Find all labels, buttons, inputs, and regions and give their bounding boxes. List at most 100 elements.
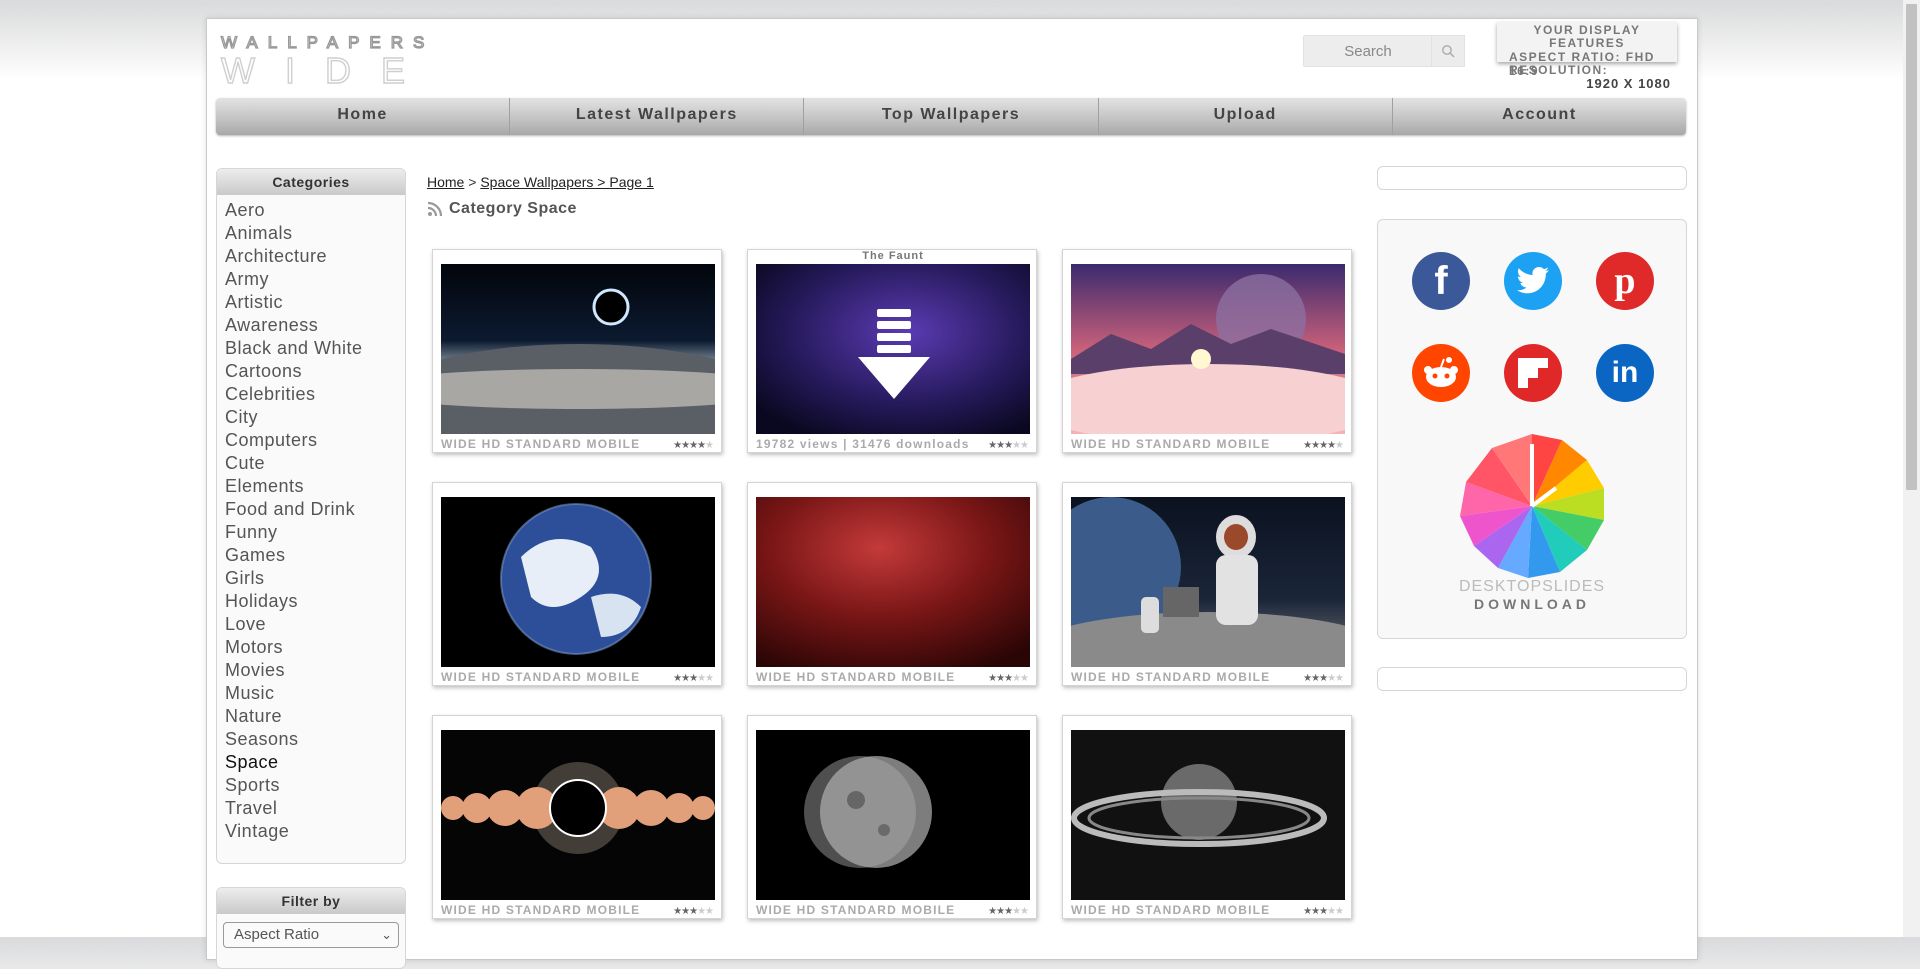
categories-list: Aero Animals Architecture Army Artistic Aware…	[217, 199, 405, 843]
category-item-elements[interactable]: Elements	[225, 475, 405, 498]
breadcrumb-current[interactable]: Space Wallpapers > Page 1	[480, 174, 653, 190]
scrollbar[interactable]	[1903, 0, 1920, 937]
category-item-love[interactable]: Love	[225, 613, 405, 636]
category-item-travel[interactable]: Travel	[225, 797, 405, 820]
category-item-computers[interactable]: Computers	[225, 429, 405, 452]
categories-title: Categories	[217, 169, 405, 195]
desktopslides-promo[interactable]: DESKTOPSLIDES DOWNLOAD	[1448, 428, 1616, 628]
breadcrumb-separator: >	[468, 174, 477, 190]
thumb-image[interactable]	[756, 730, 1030, 900]
category-item-city[interactable]: City	[225, 406, 405, 429]
thumb-footer[interactable]: WIDE HD STANDARD MOBILE	[1071, 437, 1270, 451]
category-item-animals[interactable]: Animals	[225, 222, 405, 245]
pinterest-share-button[interactable]: p	[1596, 252, 1654, 310]
category-item-sports[interactable]: Sports	[225, 774, 405, 797]
site-logo[interactable]: WALLPAPERS WIDE	[219, 29, 479, 91]
reddit-share-button[interactable]	[1412, 344, 1470, 402]
display-features: YOUR DISPLAY FEATURES ASPECT RATIO: FHD …	[1497, 22, 1677, 91]
facebook-share-button[interactable]: f	[1412, 252, 1470, 310]
logo-line2: WIDE	[221, 50, 435, 85]
wallpaper-thumb-saturn[interactable]: WIDE HD STANDARD MOBILE ★★★★★	[1062, 715, 1352, 919]
thumb-footer[interactable]: WIDE HD STANDARD MOBILE	[1071, 903, 1270, 917]
wallpaper-thumb-planet-clouds[interactable]: WIDE HD STANDARD MOBILE ★★★★★	[1062, 249, 1352, 453]
thumb-image[interactable]	[1071, 497, 1345, 667]
search-input[interactable]: Search	[1303, 35, 1433, 67]
category-item-games[interactable]: Games	[225, 544, 405, 567]
right-ad-slot-bottom	[1377, 667, 1687, 691]
filter-title: Filter by	[217, 888, 405, 914]
category-item-celebrities[interactable]: Celebrities	[225, 383, 405, 406]
thumb-footer[interactable]: WIDE HD STANDARD MOBILE	[441, 670, 640, 684]
thumb-footer[interactable]: WIDE HD STANDARD MOBILE	[1071, 670, 1270, 684]
linkedin-icon: in	[1611, 356, 1639, 389]
category-item-seasons[interactable]: Seasons	[225, 728, 405, 751]
filter-panel: Filter by Aspect Ratio ⌄	[216, 887, 406, 969]
thumb-image[interactable]	[1071, 730, 1345, 900]
wallpaper-thumb-eclipse-earth[interactable]: WIDE HD STANDARD MOBILE ★★★★★	[432, 249, 722, 453]
category-item-space[interactable]: Space	[225, 751, 405, 774]
thumb-image[interactable]	[756, 264, 1030, 434]
thumb-image[interactable]	[756, 497, 1030, 667]
nav-latest-wallpapers[interactable]: Latest Wallpapers	[510, 98, 805, 135]
category-item-awareness[interactable]: Awareness	[225, 314, 405, 337]
search-button[interactable]	[1431, 35, 1465, 67]
category-item-aero[interactable]: Aero	[225, 199, 405, 222]
facebook-icon: f	[1434, 258, 1448, 303]
flipboard-share-button[interactable]	[1504, 344, 1562, 402]
categories-panel: Categories Aero Animals Architecture Army Ar…	[216, 168, 406, 864]
category-item-funny[interactable]: Funny	[225, 521, 405, 544]
rating-stars-icon: ★★★★★	[988, 440, 1029, 451]
thumb-footer[interactable]: WIDE HD STANDARD MOBILE	[756, 670, 955, 684]
category-item-music[interactable]: Music	[225, 682, 405, 705]
linkedin-share-button[interactable]: in	[1596, 344, 1654, 402]
category-item-cute[interactable]: Cute	[225, 452, 405, 475]
nav-account[interactable]: Account	[1393, 98, 1686, 135]
wallpaper-thumb-red-nebula[interactable]: WIDE HD STANDARD MOBILE ★★★★★	[747, 482, 1037, 686]
thumb-footer[interactable]: 19782 views | 31476 downloads	[756, 437, 970, 451]
promo-line1: DESKTOPSLIDES	[1458, 578, 1606, 595]
nav-upload[interactable]: Upload	[1099, 98, 1393, 135]
share-panel: f p in DESKTOPSLIDES DOWNLOAD	[1377, 219, 1687, 639]
category-item-holidays[interactable]: Holidays	[225, 590, 405, 613]
category-item-artistic[interactable]: Artistic	[225, 291, 405, 314]
scrollbar-thumb[interactable]	[1906, 4, 1917, 490]
nav-home[interactable]: Home	[216, 98, 511, 135]
wallpaper-thumb-moon[interactable]: WIDE HD STANDARD MOBILE ★★★★★	[747, 715, 1037, 919]
wallpaper-thumb-earth[interactable]: WIDE HD STANDARD MOBILE ★★★★★	[432, 482, 722, 686]
twitter-share-button[interactable]	[1504, 252, 1562, 310]
category-item-black-and-white[interactable]: Black and White	[225, 337, 405, 360]
twitter-icon	[1516, 267, 1550, 295]
category-heading: Category Space	[427, 200, 577, 218]
breadcrumb-home[interactable]: Home	[427, 174, 464, 190]
thumb-footer[interactable]: WIDE HD STANDARD MOBILE	[441, 437, 640, 451]
category-item-food-and-drink[interactable]: Food and Drink	[225, 498, 405, 521]
thumb-image[interactable]	[1071, 264, 1345, 434]
category-item-movies[interactable]: Movies	[225, 659, 405, 682]
category-item-nature[interactable]: Nature	[225, 705, 405, 728]
wallpaper-thumb-solar-eclipse[interactable]: WIDE HD STANDARD MOBILE ★★★★★	[432, 715, 722, 919]
category-item-architecture[interactable]: Architecture	[225, 245, 405, 268]
category-item-vintage[interactable]: Vintage	[225, 820, 405, 843]
right-ad-slot-top	[1377, 166, 1687, 190]
desktopslides-logo-icon	[1460, 434, 1604, 578]
resolution-label: RESOLUTION:	[1509, 63, 1609, 77]
thumb-footer[interactable]: WIDE HD STANDARD MOBILE	[441, 903, 640, 917]
thumb-footer[interactable]: WIDE HD STANDARD MOBILE	[756, 903, 955, 917]
thumb-image[interactable]	[441, 730, 715, 900]
main-nav: Home Latest Wallpapers Top Wallpapers Up…	[216, 98, 1686, 135]
rating-stars-icon: ★★★★★	[673, 906, 714, 917]
thumb-image[interactable]	[441, 264, 715, 434]
rating-stars-icon: ★★★★★	[673, 440, 714, 451]
thumb-image[interactable]	[441, 497, 715, 667]
category-item-girls[interactable]: Girls	[225, 567, 405, 590]
filter-select[interactable]: Aspect Ratio ⌄	[223, 922, 399, 948]
rating-stars-icon: ★★★★★	[1303, 673, 1344, 684]
filter-select-value: Aspect Ratio	[234, 926, 320, 943]
category-item-army[interactable]: Army	[225, 268, 405, 291]
wallpaper-thumb-nebula-download[interactable]: The Faunt 19782 views | 31476 downloads ★★…	[747, 249, 1037, 453]
nav-top-wallpapers[interactable]: Top Wallpapers	[804, 98, 1099, 135]
category-item-motors[interactable]: Motors	[225, 636, 405, 659]
wallpaper-thumb-astronaut[interactable]: WIDE HD STANDARD MOBILE ★★★★★	[1062, 482, 1352, 686]
category-item-cartoons[interactable]: Cartoons	[225, 360, 405, 383]
search-placeholder: Search	[1344, 42, 1392, 60]
